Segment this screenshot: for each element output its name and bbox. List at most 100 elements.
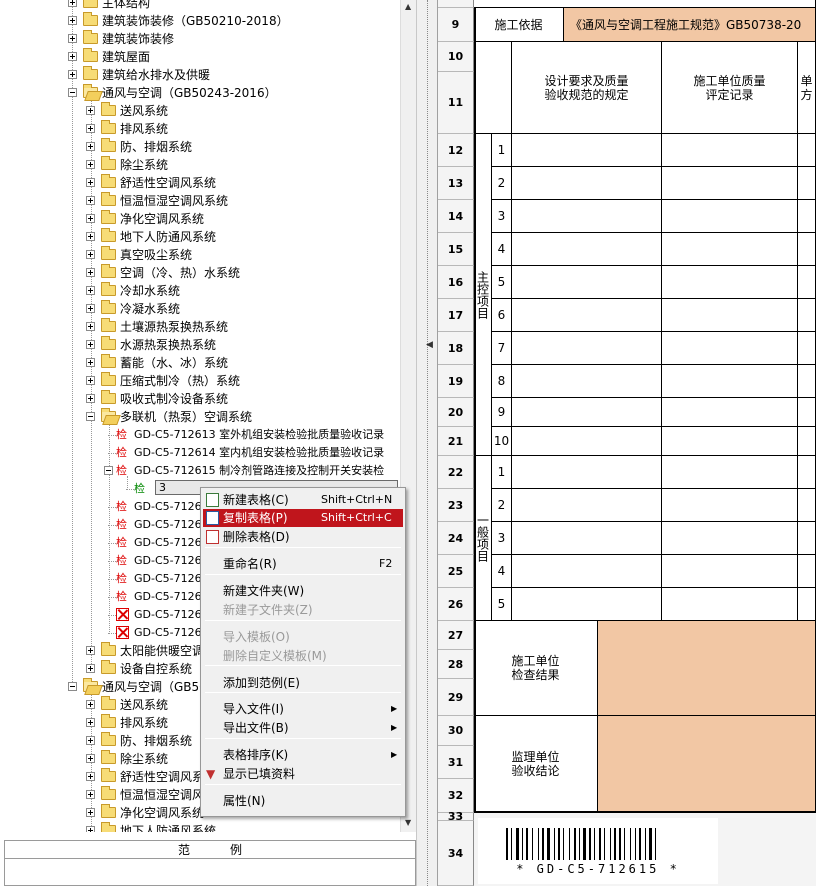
tree-item[interactable]: 冷却水系统 (0, 282, 400, 300)
tree-item[interactable]: 多联机（热泵）空调系统 (0, 408, 400, 426)
menu-item[interactable]: 属性(N) (203, 792, 403, 810)
expand-plus-icon[interactable] (86, 286, 95, 295)
row-number[interactable]: 23 (438, 489, 474, 522)
expand-plus-icon[interactable] (86, 772, 95, 781)
expand-plus-icon[interactable] (86, 790, 95, 799)
design-requirement-header[interactable]: 设计要求及质量 验收规范的规定 (512, 42, 662, 134)
menu-item[interactable]: 新建表格(C) Shift+Ctrl+N (203, 491, 403, 509)
row-number[interactable]: 20 (438, 398, 474, 427)
menu-item[interactable]: 导出文件(B) ▶ (203, 719, 403, 737)
item-number-cell[interactable]: 1 (492, 456, 512, 489)
collapse-left-arrow-icon[interactable]: ◀ (426, 340, 433, 350)
construction-record-header[interactable]: 施工单位质量 评定记录 (662, 42, 798, 134)
tree-item[interactable]: 地下人防通风系统 (0, 822, 400, 832)
tree-item[interactable]: 检 GD-C5-712613 室外机组安装检验批质量验收记录 (0, 426, 400, 444)
tree-item[interactable]: 建筑给水排水及供暖 (0, 66, 400, 84)
partial-header[interactable]: 单 方 (798, 42, 816, 134)
item-number-cell[interactable]: 7 (492, 332, 512, 365)
expand-plus-icon[interactable] (86, 124, 95, 133)
row-number[interactable]: 21 (438, 427, 474, 456)
expand-plus-icon[interactable] (86, 340, 95, 349)
tree-item[interactable]: 蓄能（水、冰）系统 (0, 354, 400, 372)
item-number-cell[interactable]: 6 (492, 299, 512, 332)
item-number-cell[interactable]: 10 (492, 427, 512, 456)
row-number[interactable]: 34 (438, 821, 474, 886)
tree-item[interactable]: 检 GD-C5-712615 制冷剂管路连接及控制开关安装检 (0, 462, 400, 480)
row-number[interactable]: 12 (438, 134, 474, 167)
row-number[interactable]: 16 (438, 266, 474, 299)
collapse-minus-icon[interactable] (68, 88, 77, 97)
expand-plus-icon[interactable] (68, 34, 77, 43)
menu-item[interactable]: 表格排序(K) ▶ (203, 746, 403, 764)
tree-item[interactable]: 主体结构 (0, 0, 400, 12)
row-number[interactable]: 31 (438, 746, 474, 779)
collapse-minus-icon[interactable] (104, 466, 113, 475)
expand-plus-icon[interactable] (68, 70, 77, 79)
row-number[interactable]: 22 (438, 456, 474, 489)
expand-plus-icon[interactable] (86, 178, 95, 187)
expand-plus-icon[interactable] (86, 322, 95, 331)
item-number-cell[interactable]: 2 (492, 489, 512, 522)
tree-item[interactable]: 空调（冷、热）水系统 (0, 264, 400, 282)
row-number[interactable]: 26 (438, 588, 474, 621)
item-number-cell[interactable]: 5 (492, 266, 512, 299)
row-number[interactable]: 14 (438, 200, 474, 233)
tree-item[interactable]: 建筑屋面 (0, 48, 400, 66)
tree-item[interactable]: 建筑装饰装修（GB50210-2018） (0, 12, 400, 30)
tree-item[interactable]: 土壤源热泵换热系统 (0, 318, 400, 336)
basis-value-cell[interactable]: 《通风与空调工程施工规范》GB50738-20 (564, 8, 816, 42)
tree-item[interactable]: 防、排烟系统 (0, 138, 400, 156)
row-number[interactable]: 15 (438, 233, 474, 266)
menu-item[interactable]: 复制表格(P) Shift+Ctrl+C (203, 509, 403, 527)
tree-item[interactable]: 冷凝水系统 (0, 300, 400, 318)
row-number[interactable]: 18 (438, 332, 474, 365)
row-number[interactable]: 28 (438, 650, 474, 679)
expand-plus-icon[interactable] (68, 52, 77, 61)
menu-item[interactable]: 添加到范例(E) (203, 674, 403, 692)
menu-item[interactable]: 删除表格(D) (203, 528, 403, 546)
expand-plus-icon[interactable] (68, 0, 77, 7)
row-number[interactable]: 9 (438, 8, 474, 42)
tree-item[interactable]: 排风系统 (0, 120, 400, 138)
check-result-label[interactable]: 施工单位 检查结果 (474, 621, 598, 716)
tree-item[interactable]: 检 GD-C5-712614 室内机组安装检验批质量验收记录 (0, 444, 400, 462)
expand-plus-icon[interactable] (86, 736, 95, 745)
basis-label-cell[interactable]: 施工依据 (474, 8, 564, 42)
tree-item[interactable]: 水源热泵换热系统 (0, 336, 400, 354)
tree-item[interactable]: 净化空调风系统 (0, 210, 400, 228)
row-number[interactable]: 32 (438, 779, 474, 813)
row-number[interactable]: 19 (438, 365, 474, 398)
item-number-cell[interactable]: 3 (492, 200, 512, 233)
expand-plus-icon[interactable] (86, 196, 95, 205)
row-number[interactable]: 27 (438, 621, 474, 650)
row-number[interactable]: 33 (438, 811, 474, 822)
tree-item[interactable]: 除尘系统 (0, 156, 400, 174)
row-number[interactable]: 10 (438, 42, 474, 72)
supervision-label[interactable]: 监理单位 验收结论 (474, 716, 598, 813)
collapse-minus-icon[interactable] (86, 412, 95, 421)
row-number[interactable]: 29 (438, 679, 474, 716)
item-number-cell[interactable]: 4 (492, 233, 512, 266)
tree-item[interactable]: 通风与空调（GB50243-2016） (0, 84, 400, 102)
row-number[interactable]: 25 (438, 555, 474, 588)
scroll-up-arrow-icon[interactable]: ▲ (405, 2, 411, 11)
item-number-cell[interactable]: 9 (492, 398, 512, 427)
expand-plus-icon[interactable] (86, 250, 95, 259)
expand-plus-icon[interactable] (68, 16, 77, 25)
row-number[interactable]: 30 (438, 716, 474, 746)
expand-plus-icon[interactable] (86, 232, 95, 241)
expand-plus-icon[interactable] (86, 376, 95, 385)
item-number-cell[interactable]: 1 (492, 134, 512, 167)
pane-splitter[interactable]: ◀ (416, 0, 438, 886)
menu-item[interactable]: ▼ 显示已填资料 (203, 765, 403, 783)
tree-item[interactable]: 舒适性空调风系统 (0, 174, 400, 192)
expand-plus-icon[interactable] (86, 664, 95, 673)
item-number-cell[interactable]: 3 (492, 522, 512, 555)
tree-item[interactable]: 真空吸尘系统 (0, 246, 400, 264)
expand-plus-icon[interactable] (86, 358, 95, 367)
collapse-minus-icon[interactable] (68, 682, 77, 691)
row-number[interactable]: 24 (438, 522, 474, 555)
expand-plus-icon[interactable] (86, 718, 95, 727)
item-number-cell[interactable]: 4 (492, 555, 512, 588)
expand-plus-icon[interactable] (86, 106, 95, 115)
